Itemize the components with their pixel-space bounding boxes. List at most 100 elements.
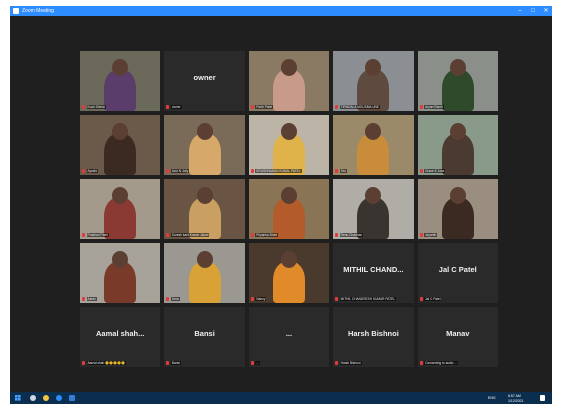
participant-tile[interactable]: Grace K Jose (417, 115, 498, 175)
participant-tile[interactable]: TIRNDALA MOUSMA UNE (333, 51, 414, 111)
participant-tile[interactable]: MITHIL CHAND... MITHIL CHANDRESH KUMAR PA… (333, 243, 414, 303)
participant-name-label: Priyanka Bhatt (250, 231, 327, 238)
muted-mic-icon (419, 168, 423, 173)
participant-name-label: ... (250, 359, 327, 366)
participant-name-label: TIRNDALA MOUSMA UNE (335, 103, 411, 110)
participant-name-label: Pradhan Patel (82, 231, 158, 238)
participant-name: MITHIL CHANDRESH KUMAR PATEL (339, 296, 396, 301)
participant-name-label: MITHIL CHANDRESH KUMAR PATEL (335, 295, 411, 302)
participant-display-name: Aamal shah... (96, 329, 145, 338)
muted-mic-icon (82, 168, 85, 173)
muted-mic-icon (419, 360, 423, 365)
person-head (196, 187, 213, 205)
muted-mic-icon (250, 360, 254, 365)
participant-name-label: Parth Patel (250, 103, 327, 110)
participant-name-label: Arna (166, 295, 242, 302)
participant-name: Grace K Jose (424, 168, 446, 173)
participant-display-name: Bansi (194, 329, 215, 338)
participant-display-name: owner (193, 73, 216, 82)
participant-tile[interactable]: Harsh Bishnoi Harsh Bishnoi (333, 307, 414, 367)
video-feed (164, 179, 245, 239)
participant-tile[interactable]: ...... (248, 307, 330, 367)
participant-name: Harsh Bishnoi (339, 360, 362, 365)
participant-tile[interactable]: Kush Shelat (80, 51, 161, 111)
participant-tile[interactable]: Aziz N Jolly (164, 115, 245, 175)
participant-display-name: MITHIL CHAND... (343, 265, 404, 274)
participant-tile[interactable]: Ayushi (80, 115, 161, 175)
chrome-icon[interactable] (43, 395, 49, 401)
muted-mic-icon (335, 104, 339, 109)
notification-icon[interactable] (540, 395, 545, 401)
participant-tile[interactable]: Manav Connecting to audio ... (417, 307, 498, 367)
muted-mic-icon (335, 168, 339, 173)
participant-name: Connecting to audio ... (424, 360, 458, 365)
participant-name: Aryan Ramit (424, 104, 444, 109)
participant-name: Kush Shelat (86, 104, 106, 109)
title-bar: Zoom Meeting – □ ✕ (10, 6, 552, 16)
participant-name-label: KRUSHNANAN KUNAL PATEL (250, 167, 327, 174)
participant-tile[interactable]: Jal C Patel Jal C Patel (417, 243, 498, 303)
participant-tile[interactable]: Priyanka Bhatt (248, 179, 330, 239)
close-button[interactable]: ✕ (540, 6, 552, 16)
muted-mic-icon (250, 168, 254, 173)
window-title: Zoom Meeting (22, 8, 54, 14)
participant-tile[interactable]: owner owner (164, 51, 245, 111)
participant-display-name: Harsh Bishnoi (347, 329, 399, 338)
app-taskbar-icon[interactable] (69, 395, 75, 401)
muted-mic-icon (166, 232, 170, 237)
participant-name-label: Renu Chauhan (335, 231, 411, 238)
participant-tile[interactable]: KRUSHNANAN KUNAL PATEL (248, 115, 330, 175)
muted-mic-icon (166, 296, 170, 301)
participant-tile[interactable]: Pradhan Patel (80, 179, 161, 239)
participant-tile[interactable]: Bansi Bansi (164, 307, 245, 367)
video-feed (164, 115, 245, 175)
muted-mic-icon (335, 360, 339, 365)
participant-display-name: ... (285, 329, 293, 338)
participant-tile[interactable]: Nancy (248, 243, 330, 303)
video-feed (333, 51, 414, 111)
muted-mic-icon (82, 104, 85, 109)
participant-tile[interactable]: Jeyanth (417, 179, 498, 239)
participant-name-label: Nancy (250, 295, 327, 302)
participant-name: Nancy (255, 296, 267, 301)
participant-tile[interactable]: Aarav (80, 243, 161, 303)
tray-language[interactable]: ENG (488, 392, 496, 404)
participant-tile[interactable]: Sivi (333, 115, 414, 175)
participant-tile[interactable]: Parth Patel (248, 51, 330, 111)
participant-name-label: Suresh kant Kumar Jaiani (166, 231, 242, 238)
participant-name: Renu Chauhan (339, 232, 364, 237)
participant-name-label: Aziz N Jolly (166, 167, 242, 174)
zoom-taskbar-icon[interactable] (56, 395, 62, 401)
participant-name: Bansi (170, 360, 181, 365)
participant-tile[interactable]: Arna (164, 243, 245, 303)
participant-display-name: Jal C Patel (438, 265, 477, 274)
participant-name-label: Sivi (335, 167, 411, 174)
participant-name: Aarav (86, 296, 97, 301)
video-feed (80, 179, 161, 239)
person-head (449, 123, 466, 141)
maximize-button[interactable]: □ (527, 6, 539, 16)
search-icon[interactable] (30, 395, 36, 401)
participant-name: Suresh kant Kumar Jaiani (170, 232, 210, 237)
muted-mic-icon (250, 232, 254, 237)
tray-date[interactable]: 1/12/2021 (508, 395, 524, 404)
participant-name: ... (255, 360, 260, 365)
participant-tile[interactable]: Renu Chauhan (333, 179, 414, 239)
participant-name-label: Jal C Patel (419, 295, 496, 302)
participant-tile[interactable]: Suresh kant Kumar Jaiani (164, 179, 245, 239)
participant-name-label: Ayushi (82, 167, 158, 174)
participant-name: Ayushi (86, 168, 99, 173)
video-feed (248, 179, 330, 239)
participant-name: Jeyanth (424, 232, 438, 237)
participant-tile[interactable]: Aamal shah... Aamal shah 😊😊😊😊😊 (80, 307, 161, 367)
muted-mic-icon (166, 104, 170, 109)
participant-name-label: Bansi (166, 359, 242, 366)
video-feed (333, 179, 414, 239)
participant-tile[interactable]: Aryan Ramit (417, 51, 498, 111)
video-feed (417, 115, 498, 175)
start-icon[interactable] (15, 395, 21, 401)
zoom-app-icon (13, 8, 19, 14)
participant-name: Aamal shah 😊😊😊😊😊 (86, 360, 127, 365)
muted-mic-icon (419, 232, 423, 237)
minimize-button[interactable]: – (514, 6, 526, 16)
